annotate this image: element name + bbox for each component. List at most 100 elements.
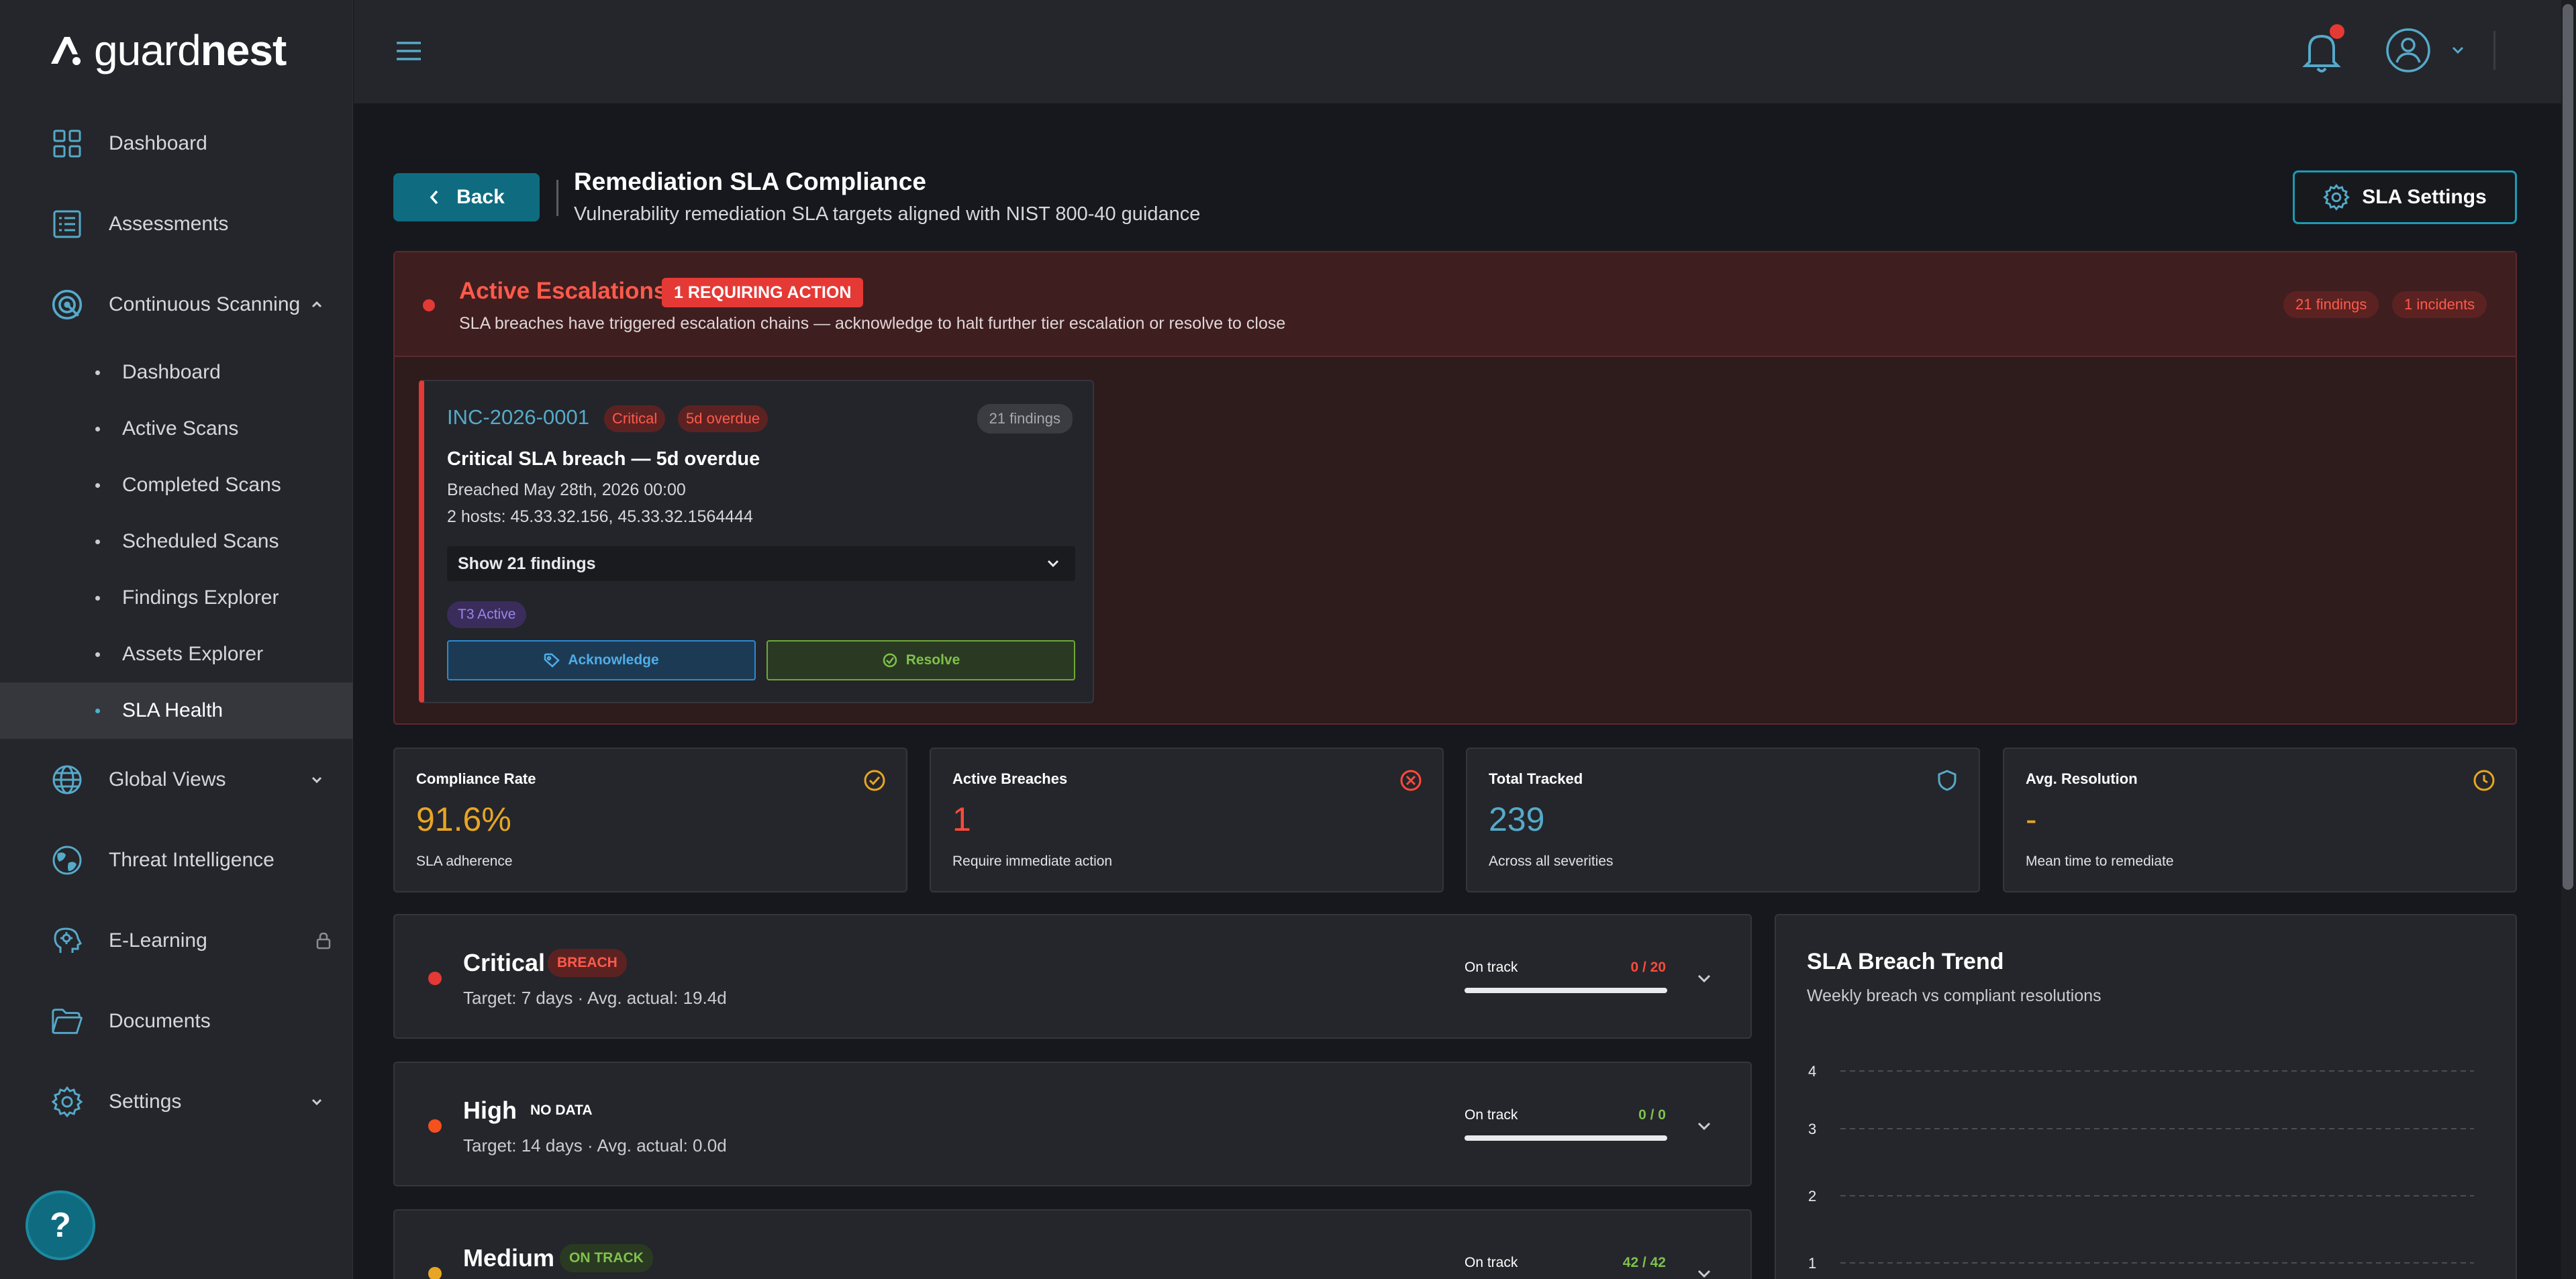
sidebar-sub-findings-explorer[interactable]: Findings Explorer [0, 570, 353, 626]
sidebar-sub-sla-health[interactable]: SLA Health [0, 682, 353, 739]
sidebar-sub-active-scans[interactable]: Active Scans [0, 401, 353, 457]
severity-target: Target: 14 days · Avg. actual: 0.0d [463, 1135, 727, 1156]
sidebar: guardnest Dashboard Assessments Continuo… [0, 0, 353, 1279]
sidebar-item-label: Continuous Scanning [109, 293, 301, 315]
on-track-ratio: 0 / 20 [1630, 960, 1666, 975]
escalations-header: Active Escalations 1 REQUIRING ACTION SL… [395, 252, 2516, 357]
sidebar-sub-label: Findings Explorer [122, 586, 279, 609]
chevron-down-icon[interactable] [2450, 44, 2465, 56]
sidebar-item-global-views[interactable]: Global Views [0, 752, 353, 808]
sidebar-item-assessments[interactable]: Assessments [0, 196, 353, 252]
brand-logo[interactable]: guardnest [47, 26, 287, 74]
back-button[interactable]: Back [393, 173, 540, 221]
sla-settings-label: SLA Settings [2362, 186, 2487, 208]
acknowledge-button[interactable]: Acknowledge [447, 640, 756, 680]
severity-row-medium[interactable]: Medium ON TRACK On track 42 / 42 [393, 1209, 1752, 1279]
severity-name: High [463, 1096, 517, 1124]
sidebar-item-e-learning[interactable]: E-Learning [0, 913, 353, 969]
tag-icon [544, 653, 560, 668]
on-track-label: On track [1465, 960, 1518, 975]
brand-name-bold: nest [200, 26, 287, 74]
stat-label: Compliance Rate [416, 770, 536, 787]
sidebar-sub-scheduled-scans[interactable]: Scheduled Scans [0, 513, 353, 570]
sidebar-item-label: Global Views [109, 768, 226, 790]
gear-icon [51, 1086, 83, 1118]
earth-icon [51, 844, 83, 876]
stat-label: Active Breaches [952, 770, 1068, 787]
sidebar-sub-assets-explorer[interactable]: Assets Explorer [0, 626, 353, 682]
sidebar-sub-dashboard[interactable]: Dashboard [0, 344, 353, 401]
severity-name: Critical [463, 949, 546, 976]
active-escalations-panel: Active Escalations 1 REQUIRING ACTION SL… [393, 251, 2517, 725]
grid-icon [51, 127, 83, 160]
on-track-ratio: 42 / 42 [1622, 1255, 1666, 1270]
sidebar-sub-label: Completed Scans [122, 474, 281, 496]
sidebar-sub-label: Dashboard [122, 361, 221, 383]
sidebar-item-dashboard[interactable]: Dashboard [0, 115, 353, 172]
user-avatar-icon[interactable] [2385, 27, 2432, 74]
resolve-label: Resolve [905, 652, 960, 668]
chevron-down-icon[interactable] [1695, 1119, 1713, 1134]
globe-icon [51, 764, 83, 796]
stat-label: Total Tracked [1489, 770, 1583, 787]
stat-active-breaches: Active Breaches 1 Require immediate acti… [930, 748, 1444, 892]
list-icon [51, 208, 83, 240]
sidebar-item-label: Documents [109, 1010, 211, 1032]
sidebar-item-continuous-scanning[interactable]: Continuous Scanning [0, 276, 353, 333]
chevron-up-icon [311, 301, 322, 308]
incident-id[interactable]: INC-2026-0001 [447, 405, 589, 429]
overdue-badge: 5d overdue [678, 405, 769, 432]
chevron-down-icon[interactable] [1695, 1267, 1713, 1279]
shield-icon [1938, 770, 1956, 791]
stat-value: - [2026, 801, 2037, 838]
severity-row-critical[interactable]: Critical BREACH Target: 7 days · Avg. ac… [393, 914, 1752, 1039]
sidebar-item-label: Dashboard [109, 132, 207, 154]
findings-count-pill: 21 findings [2283, 291, 2379, 318]
stat-sub: Mean time to remediate [2026, 854, 2174, 869]
incident-title: Critical SLA breach — 5d overdue [447, 448, 760, 470]
chevron-down-icon[interactable] [1695, 972, 1713, 986]
show-findings-toggle[interactable]: Show 21 findings [447, 546, 1075, 581]
sidebar-item-threat-intelligence[interactable]: Threat Intelligence [0, 832, 353, 888]
acknowledge-label: Acknowledge [568, 652, 659, 668]
stat-label: Avg. Resolution [2026, 770, 2138, 787]
help-button[interactable]: ? [26, 1190, 95, 1260]
sidebar-sub-completed-scans[interactable]: Completed Scans [0, 457, 353, 513]
radar-icon [51, 289, 83, 321]
on-track-ratio: 0 / 0 [1638, 1107, 1666, 1123]
status-dot [423, 299, 435, 311]
status-badge: NO DATA [530, 1103, 593, 1118]
stat-sub: SLA adherence [416, 854, 513, 869]
sidebar-item-documents[interactable]: Documents [0, 993, 353, 1050]
brain-icon [51, 925, 83, 957]
sla-breach-trend-card: SLA Breach Trend Weekly breach vs compli… [1775, 914, 2517, 1279]
divider [2493, 31, 2495, 70]
progress-bar [1465, 988, 1667, 993]
clock-icon [2473, 770, 2495, 791]
chevron-down-icon [311, 776, 322, 784]
brand-name-light: guard [94, 26, 201, 74]
sidebar-item-settings[interactable]: Settings [0, 1074, 353, 1130]
top-bar [354, 0, 2576, 103]
stat-compliance-rate: Compliance Rate 91.6% SLA adherence [393, 748, 907, 892]
sla-settings-button[interactable]: SLA Settings [2293, 170, 2517, 224]
chevron-down-icon [1047, 560, 1059, 568]
x-circle-icon [1400, 770, 1422, 791]
scrollbar-thumb[interactable] [2563, 4, 2573, 890]
incident-card: INC-2026-0001 Critical 5d overdue 21 fin… [419, 380, 1094, 703]
trend-chart: 4 3 2 1 [1808, 1063, 2474, 1272]
severity-target: Target: 7 days · Avg. actual: 19.4d [463, 988, 727, 1008]
severity-row-high[interactable]: High NO DATA Target: 14 days · Avg. actu… [393, 1062, 1752, 1186]
menu-icon[interactable] [395, 39, 422, 63]
sidebar-sub-label: SLA Health [122, 699, 224, 721]
sidebar-sub-label: Scheduled Scans [122, 530, 279, 552]
sidebar-item-label: Threat Intelligence [109, 849, 275, 871]
page-title: Remediation SLA Compliance [574, 168, 926, 195]
notification-dot [2330, 24, 2344, 39]
resolve-button[interactable]: Resolve [766, 640, 1075, 680]
stat-total-tracked: Total Tracked 239 Across all severities [1466, 748, 1980, 892]
severity-dot [428, 972, 442, 985]
chevron-left-icon [430, 190, 438, 205]
findings-badge: 21 findings [977, 404, 1073, 433]
breach-date: Breached May 28th, 2026 00:00 [447, 480, 686, 499]
